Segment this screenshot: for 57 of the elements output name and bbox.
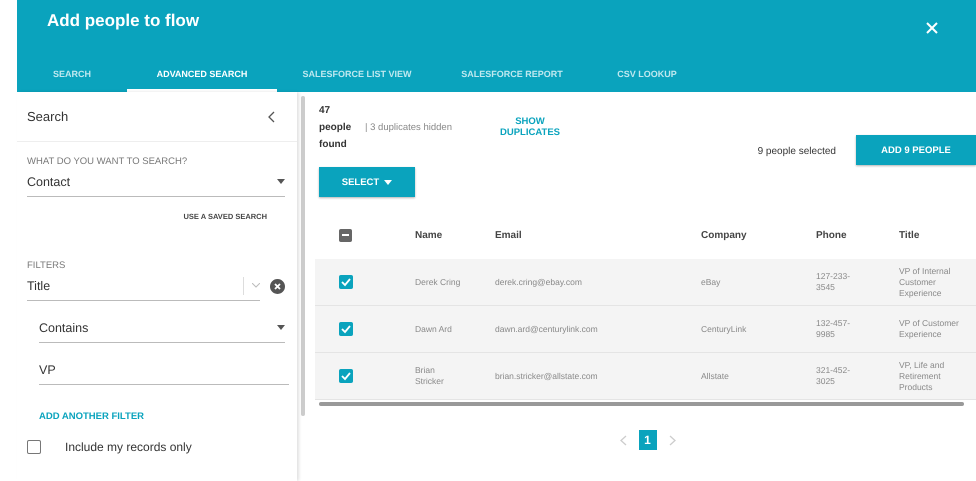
checkbox[interactable] (339, 322, 353, 336)
column-header: Email (495, 230, 522, 240)
close-button[interactable] (924, 20, 940, 36)
tab[interactable]: ADVANCED SEARCH (127, 59, 277, 92)
field-label: FILTERS (27, 260, 66, 271)
select-field[interactable]: Contact (27, 167, 285, 197)
table-cell: brian.stricker@allstate.com (495, 370, 598, 382)
tab[interactable]: SALESFORCE REPORT (437, 59, 587, 92)
chevron-left-icon[interactable] (267, 110, 277, 122)
checkbox[interactable] (339, 275, 353, 289)
caret-icon (277, 325, 285, 330)
column-header: Company (701, 230, 747, 240)
table-cell-text: Brian Stricker (415, 365, 445, 387)
caret-icon (252, 283, 260, 288)
field-label: WHAT DO YOU WANT TO SEARCH? (27, 156, 188, 167)
table-cell-text: 132-457-9985 (816, 318, 852, 340)
table-cell-text: VP, Life and Retirement Products (899, 360, 946, 392)
table-cell: Allstate (701, 370, 729, 382)
tab[interactable]: SALESFORCE LIST VIEW (277, 59, 437, 92)
selection-count: 9 people selected (758, 146, 836, 157)
panel-title: Search (27, 109, 68, 124)
column-header: Name (415, 230, 442, 240)
select-all-checkbox[interactable] (339, 228, 352, 242)
checkbox-label: Include my records only (65, 440, 192, 454)
scrollbar[interactable] (301, 96, 305, 416)
add-people-button[interactable]: ADD 9 PEOPLE (856, 135, 976, 165)
dialog-title: Add people to flow (47, 11, 200, 32)
select-field[interactable]: Contains (39, 313, 285, 343)
table-cell: Derek Cring (415, 276, 460, 288)
table-cell: Dawn Ard (415, 324, 452, 334)
caret-icon (384, 180, 392, 184)
table-cell: dawn.ard@centurylink.com (495, 324, 598, 334)
tab[interactable]: SEARCH (17, 59, 127, 92)
table-cell-text: VP of Internal Customer Experience (899, 266, 952, 298)
table-cell: derek.cring@ebay.com (495, 276, 582, 288)
checkbox[interactable] (339, 369, 353, 383)
table-cell-text: 321-452-3025 (816, 365, 852, 387)
table-cell-text: 127-233-3545 (816, 271, 852, 293)
remove-icon[interactable] (270, 278, 285, 294)
column-header: Phone (816, 230, 847, 240)
show-duplicates-link[interactable]: SHOW DUPLICATES (495, 116, 565, 138)
duplicates-note: | 3 duplicates hidden (365, 122, 453, 133)
caret-icon (277, 179, 285, 184)
column-header: Title (899, 230, 920, 240)
select-field[interactable]: Title (27, 271, 260, 301)
page-button[interactable]: 1 (638, 430, 656, 450)
select-button[interactable]: SELECT (319, 167, 415, 197)
scrollbar[interactable] (319, 402, 964, 406)
tab[interactable]: CSV LOOKUP (587, 59, 707, 92)
table-cell: eBay (701, 276, 720, 288)
table-cell: CenturyLink (701, 324, 746, 334)
close-icon (924, 20, 940, 36)
chevron-right-icon[interactable] (668, 434, 676, 446)
add-filter-link[interactable]: ADD ANOTHER FILTER (39, 411, 144, 422)
table-cell-text: VP of Customer Experience (899, 318, 960, 340)
checkbox[interactable] (27, 440, 41, 454)
result-count: 47 people found (319, 104, 352, 152)
